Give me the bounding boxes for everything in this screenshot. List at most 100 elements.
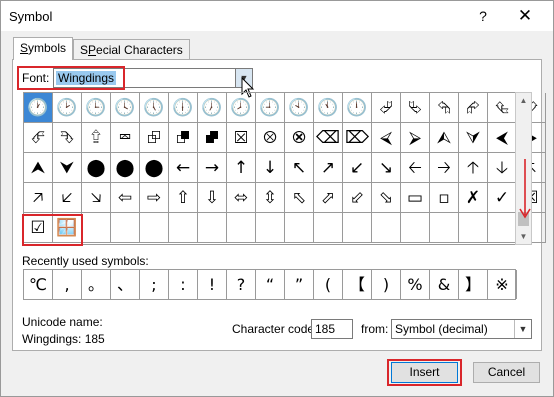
symbol-cell[interactable]: ⬤ (140, 153, 169, 183)
symbol-cell[interactable]: ⮼ (198, 123, 227, 153)
symbol-cell[interactable] (314, 213, 343, 243)
symbol-cell[interactable] (198, 213, 227, 243)
symbol-cell[interactable]: ▫ (430, 183, 459, 213)
symbol-cell[interactable]: → (198, 153, 227, 183)
symbol-cell[interactable]: ⬤ (111, 153, 140, 183)
symbol-cell[interactable]: 🕔 (140, 93, 169, 123)
symbol-cell[interactable]: 🕑 (53, 93, 82, 123)
symbol-cell[interactable]: 🡣 (488, 153, 517, 183)
symbol-cell[interactable]: ⮟ (53, 153, 82, 183)
symbol-cell[interactable]: ⌫ (314, 123, 343, 153)
symbol-cell[interactable]: ⬤ (82, 153, 111, 183)
symbol-cell[interactable]: ⮱ (401, 93, 430, 123)
recent-symbol-cell[interactable]: , (53, 270, 82, 299)
help-button[interactable]: ? (471, 5, 495, 27)
symbol-cell[interactable]: 🡧 (53, 183, 82, 213)
symbol-cell[interactable]: ↙ (343, 153, 372, 183)
recent-symbol-cell[interactable]: ( (314, 270, 343, 299)
symbol-cell[interactable]: ✗ (459, 183, 488, 213)
symbol-cell[interactable]: ⌦ (343, 123, 372, 153)
scroll-down-icon[interactable]: ▼ (516, 229, 531, 244)
symbol-cell[interactable]: 🕗 (227, 93, 256, 123)
symbol-cell[interactable]: ⮶ (24, 123, 53, 153)
symbol-cell[interactable]: ⮴ (488, 93, 517, 123)
scroll-up-icon[interactable]: ▲ (516, 93, 531, 108)
recent-symbol-cell[interactable]: ! (198, 270, 227, 299)
symbol-cell[interactable]: 🕖 (198, 93, 227, 123)
symbol-cell[interactable] (285, 213, 314, 243)
symbol-cell[interactable]: ⮛ (459, 123, 488, 153)
recent-symbol-cell[interactable]: & (430, 270, 459, 299)
symbol-cell[interactable] (140, 213, 169, 243)
symbol-cell[interactable]: 🡥 (24, 183, 53, 213)
recent-symbol-cell[interactable]: 【 (343, 270, 372, 299)
chevron-down-icon[interactable]: ▼ (514, 320, 531, 338)
recent-symbol-cell[interactable]: ” (285, 270, 314, 299)
symbol-cell[interactable]: ⮾ (256, 123, 285, 153)
symbol-cell[interactable]: ⬂ (372, 183, 401, 213)
symbol-cell[interactable]: ⬀ (314, 183, 343, 213)
symbol-cell[interactable]: 🕕 (169, 93, 198, 123)
symbol-cell[interactable]: ⮙ (430, 123, 459, 153)
recent-symbol-cell[interactable]: : (169, 270, 198, 299)
symbol-cell[interactable]: ← (169, 153, 198, 183)
symbol-cell[interactable] (169, 213, 198, 243)
symbol-cell[interactable]: 🕒 (82, 93, 111, 123)
symbol-cell[interactable]: ↓ (256, 153, 285, 183)
symbol-cell[interactable]: ⮿ (285, 123, 314, 153)
symbol-cell[interactable]: 🕙 (285, 93, 314, 123)
symbol-cell[interactable]: 🡦 (82, 183, 111, 213)
symbol-cell[interactable] (343, 213, 372, 243)
symbol-cell[interactable] (459, 213, 488, 243)
recent-symbol-cell[interactable]: 、 (111, 270, 140, 299)
symbol-cell[interactable]: ⬄ (227, 183, 256, 213)
recent-symbol-cell[interactable]: ※ (488, 270, 517, 299)
recent-symbol-cell[interactable]: “ (256, 270, 285, 299)
symbol-cell[interactable]: ⮽ (227, 123, 256, 153)
insert-button[interactable]: Insert (391, 362, 458, 383)
symbol-cell[interactable] (488, 213, 517, 243)
symbol-cell[interactable]: ⮚ (401, 123, 430, 153)
symbol-cell[interactable]: ⮺ (140, 123, 169, 153)
recent-symbol-cell[interactable]: % (401, 270, 430, 299)
symbol-cell[interactable]: 🡠 (401, 153, 430, 183)
symbol-cell[interactable]: 🕓 (111, 93, 140, 123)
recent-symbol-cell[interactable]: ; (140, 270, 169, 299)
font-select[interactable]: Wingdings ▼ (53, 68, 253, 88)
symbol-cell[interactable]: ⮻ (169, 123, 198, 153)
symbol-cell[interactable]: ⇦ (111, 183, 140, 213)
symbol-cell[interactable] (256, 213, 285, 243)
close-button[interactable]: ✕ (511, 3, 539, 29)
symbol-cell[interactable]: ↗ (314, 153, 343, 183)
symbol-cell[interactable]: ✓ (488, 183, 517, 213)
character-code-input[interactable] (311, 319, 353, 339)
symbol-cell[interactable]: ⮜ (488, 123, 517, 153)
symbol-cell[interactable]: ↖ (285, 153, 314, 183)
symbol-cell[interactable]: 🕛 (343, 93, 372, 123)
symbol-cell[interactable] (401, 213, 430, 243)
symbol-cell[interactable]: 🕚 (314, 93, 343, 123)
tab-special-characters[interactable]: SPecial Characters (73, 39, 190, 59)
symbol-cell[interactable]: 🡢 (430, 153, 459, 183)
symbol-cell[interactable]: ▭ (401, 183, 430, 213)
symbol-cell[interactable]: ⇩ (198, 183, 227, 213)
cancel-button[interactable]: Cancel (473, 362, 540, 383)
symbol-cell[interactable]: ⬃ (343, 183, 372, 213)
symbol-cell[interactable] (227, 213, 256, 243)
symbol-cell[interactable]: ⮘ (372, 123, 401, 153)
symbol-cell[interactable]: 🡡 (459, 153, 488, 183)
symbol-cell[interactable]: ⇳ (256, 183, 285, 213)
recent-symbol-cell[interactable]: ? (227, 270, 256, 299)
symbol-cell[interactable]: ⮝ (24, 153, 53, 183)
symbol-cell[interactable]: ⮰ (372, 93, 401, 123)
symbol-cell[interactable] (111, 213, 140, 243)
symbol-cell[interactable]: ⬁ (285, 183, 314, 213)
symbol-cell[interactable]: ⮸ (82, 123, 111, 153)
recent-symbol-cell[interactable]: ) (372, 270, 401, 299)
symbol-cell[interactable]: 🕘 (256, 93, 285, 123)
symbol-cell[interactable]: ⮷ (53, 123, 82, 153)
symbol-cell[interactable]: 🕐 (24, 93, 53, 123)
symbol-cell[interactable] (82, 213, 111, 243)
symbol-cell[interactable]: ☑ (24, 213, 53, 243)
symbol-cell[interactable]: ⇧ (169, 183, 198, 213)
